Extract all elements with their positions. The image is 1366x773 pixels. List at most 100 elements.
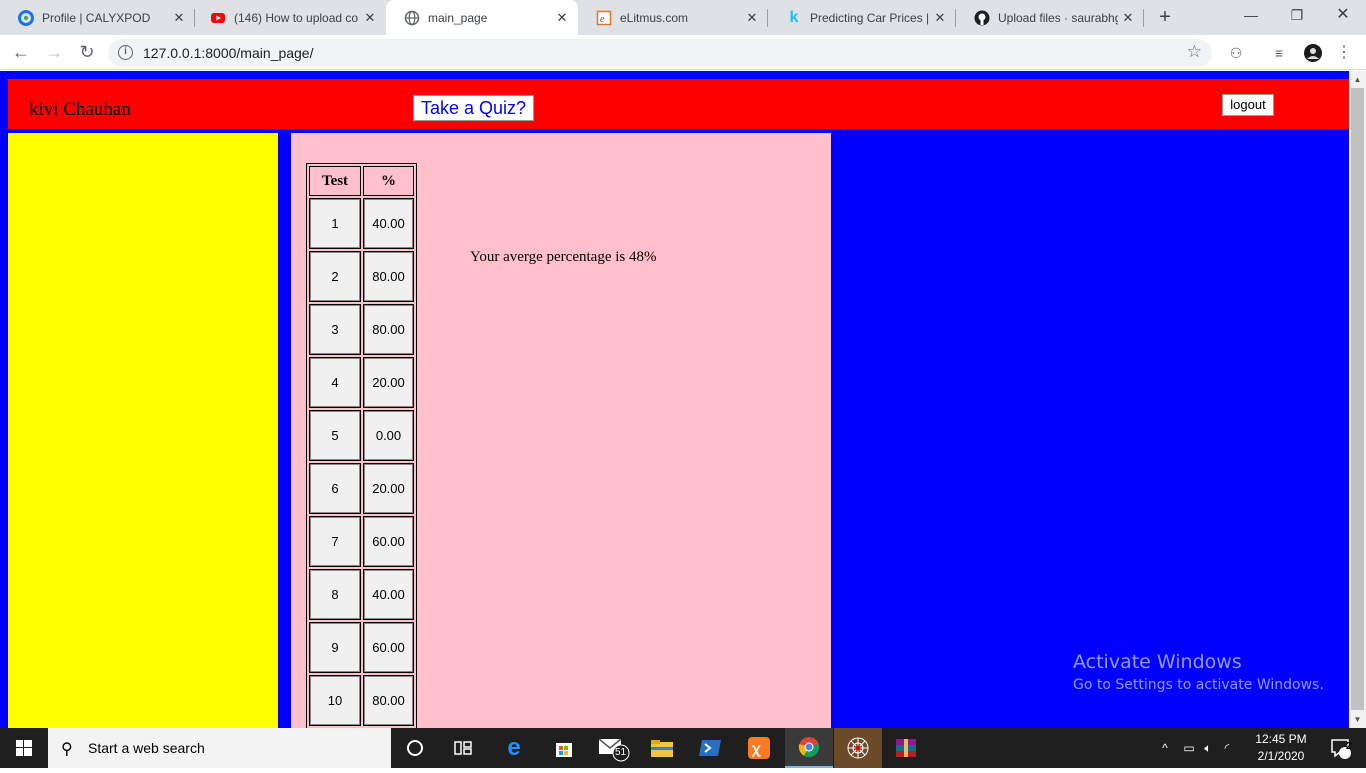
clock-time: 12:45 PM — [1255, 732, 1307, 746]
clock-date: 2/1/2020 — [1257, 749, 1305, 763]
tab-calyxpod[interactable]: Profile | CALYXPOD ✕ — [0, 0, 195, 35]
tab-main-page[interactable]: main_page ✕ — [386, 0, 578, 35]
github-icon — [974, 10, 990, 26]
test-cell: 9 — [309, 622, 361, 673]
scroll-down-arrow-icon[interactable]: ▼ — [1349, 711, 1366, 728]
bookmark-star-icon[interactable]: ☆ — [1187, 42, 1202, 62]
percent-cell: 60.00 — [363, 622, 414, 673]
page-scrollbar[interactable]: ▲ ▼ — [1349, 71, 1366, 728]
table-row: 5 0.00 — [309, 410, 414, 461]
winrar-icon[interactable] — [882, 728, 930, 768]
test-number: 4 — [310, 358, 360, 407]
reload-button[interactable]: ↻ — [75, 40, 99, 64]
test-number: 5 — [310, 411, 360, 460]
restore-button[interactable]: ❐ — [1274, 0, 1320, 32]
file-explorer-icon[interactable] — [638, 728, 686, 768]
url-text: 127.0.0.1:8000/main_page/ — [143, 45, 314, 61]
table-row: 9 60.00 — [309, 622, 414, 673]
wifi-icon[interactable]: ◜ — [1217, 741, 1237, 755]
table-row: 1 40.00 — [309, 198, 414, 249]
percent-value: 20.00 — [364, 464, 413, 513]
extension-icon[interactable]: ⚇ — [1226, 43, 1246, 63]
start-button[interactable] — [0, 728, 48, 768]
spider-app-icon[interactable] — [834, 728, 882, 768]
test-number: 9 — [310, 623, 360, 672]
test-number: 2 — [310, 252, 360, 301]
percent-cell: 80.00 — [363, 675, 414, 726]
take-quiz-button[interactable]: Take a Quiz? — [413, 95, 534, 121]
xampp-icon[interactable]: ꭓ — [735, 728, 783, 768]
edge-icon[interactable]: e — [490, 728, 538, 768]
battery-icon[interactable]: ▭ — [1179, 741, 1199, 755]
forward-button[interactable]: → — [42, 40, 66, 64]
close-tab-icon[interactable]: ✕ — [742, 10, 762, 26]
chrome-icon[interactable] — [785, 728, 833, 768]
test-cell: 4 — [309, 357, 361, 408]
table-row: 4 20.00 — [309, 357, 414, 408]
volume-icon[interactable]: 🔈︎ — [1199, 741, 1217, 756]
tab-kaggle[interactable]: k Predicting Car Prices | K ✕ — [768, 0, 956, 35]
table-row: 6 20.00 — [309, 463, 414, 514]
close-tab-icon[interactable]: ✕ — [552, 10, 572, 26]
address-bar[interactable]: i 127.0.0.1:8000/main_page/ ☆ — [108, 39, 1212, 67]
task-view-icon[interactable] — [439, 728, 487, 768]
tab-elitmus[interactable]: e eLitmus.com ✕ — [578, 0, 768, 35]
svg-text:e: e — [600, 14, 605, 25]
notification-count: 2 — [1346, 741, 1352, 752]
taskbar-search-box[interactable]: ⚲ Start a web search — [48, 728, 391, 768]
percent-value: 40.00 — [364, 570, 413, 619]
info-icon[interactable]: i — [118, 45, 133, 60]
table-row: 10 80.00 — [309, 675, 414, 726]
close-tab-icon[interactable]: ✕ — [169, 10, 189, 26]
average-percentage-text: Your averge percentage is 48% — [470, 249, 657, 265]
close-tab-icon[interactable]: ✕ — [930, 10, 950, 26]
browser-toolbar: ← → ↻ i 127.0.0.1:8000/main_page/ ☆ ⚇ ≡ … — [0, 35, 1366, 70]
new-tab-button[interactable]: + — [1153, 4, 1177, 30]
logout-button[interactable]: logout — [1222, 94, 1274, 116]
cortana-icon[interactable] — [391, 728, 439, 768]
minimize-button[interactable]: — — [1228, 0, 1274, 32]
tab-youtube[interactable]: (146) How to upload co ✕ — [192, 0, 386, 35]
page-header: kivi Chauhan Take a Quiz? logout — [8, 79, 1349, 129]
system-tray: ^ ▭ 🔈︎ ◜ — [1157, 728, 1237, 768]
test-number: 7 — [310, 517, 360, 566]
tab-github[interactable]: Upload files · saurabhgu ✕ — [956, 0, 1144, 35]
test-cell: 6 — [309, 463, 361, 514]
table-row: 7 60.00 — [309, 516, 414, 567]
test-cell: 10 — [309, 675, 361, 726]
mail-icon[interactable]: 51 — [590, 728, 638, 768]
username: kivi Chauhan — [29, 99, 131, 120]
test-cell: 2 — [309, 251, 361, 302]
globe-icon — [404, 10, 420, 26]
percent-cell: 0.00 — [363, 410, 414, 461]
test-number: 6 — [310, 464, 360, 513]
calyxpod-icon — [18, 9, 34, 26]
percent-cell: 80.00 — [363, 304, 414, 355]
table-header-row: Test % — [309, 166, 414, 196]
percent-cell: 60.00 — [363, 516, 414, 567]
percent-value: 40.00 — [364, 199, 413, 248]
close-tab-icon[interactable]: ✕ — [1118, 10, 1138, 26]
table-row: 2 80.00 — [309, 251, 414, 302]
menu-kebab-icon[interactable]: ⋮ — [1334, 43, 1354, 63]
watermark-title: Activate Windows — [1073, 651, 1242, 673]
profile-avatar[interactable] — [1303, 43, 1323, 63]
notification-center-icon[interactable]: 2 — [1318, 728, 1362, 768]
close-window-button[interactable]: ✕ — [1320, 0, 1366, 32]
media-control-icon[interactable]: ≡ — [1269, 43, 1289, 63]
taskbar-clock[interactable]: 12:45 PM 2/1/2020 — [1248, 731, 1314, 765]
back-button[interactable]: ← — [9, 40, 33, 64]
left-panel — [8, 133, 278, 728]
windows-logo-icon — [16, 740, 32, 756]
close-tab-icon[interactable]: ✕ — [360, 10, 380, 26]
show-hidden-icons-chevron-icon[interactable]: ^ — [1157, 741, 1173, 755]
scrollbar-thumb[interactable] — [1351, 88, 1364, 710]
table-row: 8 40.00 — [309, 569, 414, 620]
search-icon: ⚲ — [61, 741, 73, 758]
scroll-up-arrow-icon[interactable]: ▲ — [1349, 71, 1366, 88]
percent-value: 20.00 — [364, 358, 413, 407]
store-icon[interactable] — [540, 728, 588, 768]
column-header-test: Test — [309, 166, 361, 196]
powershell-icon[interactable] — [686, 728, 734, 768]
activate-windows-watermark: Activate Windows Go to Settings to activ… — [1073, 651, 1324, 693]
